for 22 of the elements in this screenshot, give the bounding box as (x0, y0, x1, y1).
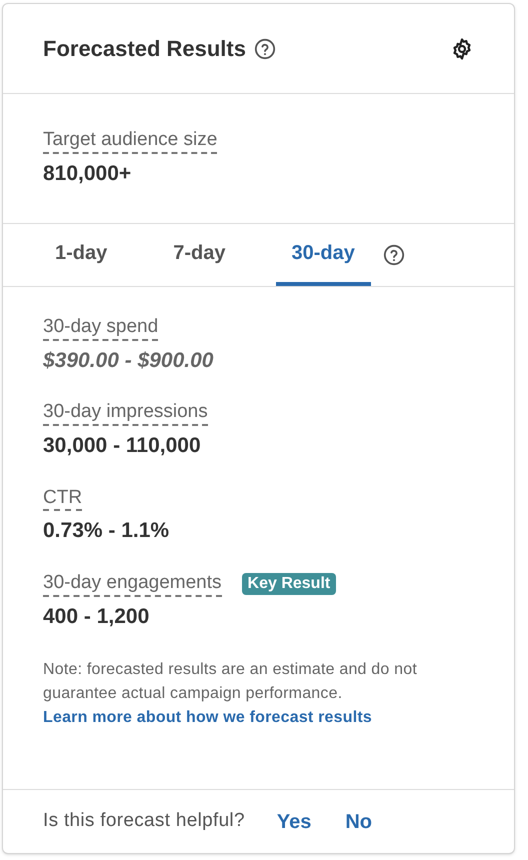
feedback-question: Is this forecast helpful? (43, 809, 245, 834)
period-tab[interactable]: 30-day (276, 224, 371, 286)
audience-label: Target audience size (43, 128, 218, 154)
audience-value: 810,000+ (43, 160, 132, 187)
metric-label: 30-day spend (43, 315, 158, 341)
key-result-badge: Key Result (242, 572, 336, 595)
card-title: Forecasted Results (43, 35, 246, 63)
help-icon[interactable] (254, 38, 276, 60)
learn-more-link[interactable]: Learn more about how we forecast results (43, 709, 372, 726)
forecast-note: Note: forecasted results are an estimate and do not guarantee actual campaign performance. Learn more about how we forecast results (43, 660, 418, 728)
period-tab[interactable]: 1-day (39, 224, 124, 286)
feedback-option[interactable]: Yes (274, 806, 314, 836)
feedback-option[interactable]: No (343, 806, 374, 836)
help-icon[interactable] (382, 244, 405, 266)
metric-value: $390.00 - $900.00 (43, 348, 214, 374)
metric-label: 30-day impressions (43, 400, 208, 426)
metric-value: 0.73% - 1.1% (43, 518, 170, 544)
metric-label: 30-day engagements (43, 570, 222, 596)
metric-value: 30,000 - 110,000 (43, 433, 202, 459)
period-tab[interactable]: 7-day (157, 224, 242, 286)
metric-label: CTR (43, 486, 82, 512)
metric-value: 400 - 1,200 (43, 604, 150, 630)
